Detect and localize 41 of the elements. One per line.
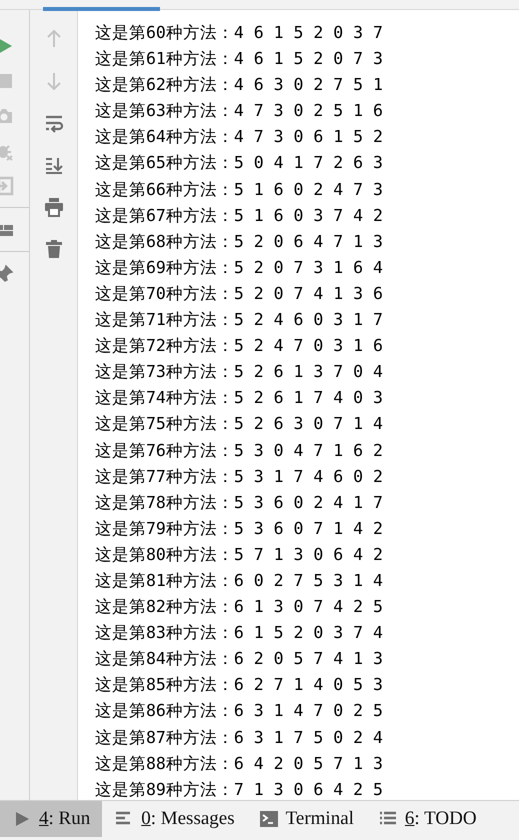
console-line: 这是第73种方法：5 2 6 1 3 7 0 4 [95, 361, 384, 384]
wrap-icon[interactable] [44, 113, 64, 133]
console-line: 这是第82种方法：6 1 3 0 7 4 2 5 [95, 596, 384, 618]
console-line: 这是第66种方法：5 1 6 0 2 4 7 3 [95, 178, 384, 201]
console-line: 这是第71种方法：5 2 4 6 0 3 1 7 [95, 309, 384, 332]
tool-window-tab[interactable]: 4: Run [0, 801, 102, 837]
console-line: 这是第69种方法：5 2 0 7 3 1 6 4 [95, 256, 384, 279]
console-line: 这是第79种方法：5 3 6 0 7 1 4 2 [95, 518, 384, 540]
console-line: 这是第86种方法：6 3 1 4 7 0 2 5 [95, 700, 384, 722]
console-line: 这是第78种方法：5 3 6 0 2 4 1 7 [95, 492, 384, 514]
tool-window-tab[interactable]: 6: TODO [366, 801, 489, 837]
trash-icon[interactable] [44, 239, 64, 259]
console-line: 这是第70种方法：5 2 0 7 4 1 3 6 [95, 282, 384, 305]
console-line: 这是第65种方法：5 0 4 1 7 2 6 3 [95, 152, 384, 174]
print-icon[interactable] [44, 197, 64, 217]
tool-window-tab[interactable]: 0: Messages [102, 801, 247, 837]
console-line: 这是第72种方法：5 2 4 7 0 3 1 6 [95, 335, 384, 358]
console-line: 这是第85种方法：6 2 7 1 4 0 5 3 [95, 674, 384, 696]
console-line: 这是第89种方法：7 1 3 0 6 4 2 5 [95, 778, 384, 801]
console-line: 这是第63种方法：4 7 3 0 2 5 1 6 [95, 100, 384, 122]
console-line: 这是第61种方法：4 6 1 5 2 0 7 3 [95, 48, 384, 70]
console-line: 这是第87种方法：6 3 1 7 5 0 2 4 [95, 726, 384, 749]
console-line: 这是第67种方法：5 1 6 0 3 7 4 2 [95, 204, 384, 227]
console-line: 这是第62种方法：4 6 3 0 2 7 5 1 [95, 74, 384, 96]
pin-icon[interactable] [0, 264, 14, 284]
console-line: 这是第76种方法：5 3 0 4 7 1 6 2 [95, 440, 384, 462]
scroll-to-end-icon[interactable] [44, 155, 64, 175]
terminal-icon [258, 809, 279, 829]
console-line: 这是第68种方法：5 2 0 6 4 7 1 3 [95, 230, 384, 253]
console-line: 这是第84种方法：6 2 0 5 7 4 1 3 [95, 648, 384, 670]
console-line: 这是第88种方法：6 4 2 0 5 7 1 3 [95, 752, 384, 775]
tool-window-tab[interactable]: Terminal [246, 801, 366, 837]
console-line: 这是第74种方法：5 2 6 1 7 4 0 3 [95, 387, 384, 410]
console-line: 这是第83种方法：6 1 5 2 0 3 7 4 [95, 622, 384, 644]
console-line: 这是第77种方法：5 3 1 7 4 6 0 2 [95, 466, 384, 488]
console-line: 这是第75种方法：5 2 6 3 0 7 1 4 [95, 413, 384, 436]
console-line: 这是第80种方法：5 7 1 3 0 6 4 2 [95, 544, 384, 566]
console-line: 这是第60种方法：4 6 1 5 2 0 3 7 [95, 22, 384, 44]
console-line: 这是第81种方法：6 0 2 7 5 3 1 4 [95, 570, 384, 592]
console-line: 这是第64种方法：4 7 3 0 6 1 5 2 [95, 126, 384, 148]
login-icon[interactable] [0, 176, 14, 196]
